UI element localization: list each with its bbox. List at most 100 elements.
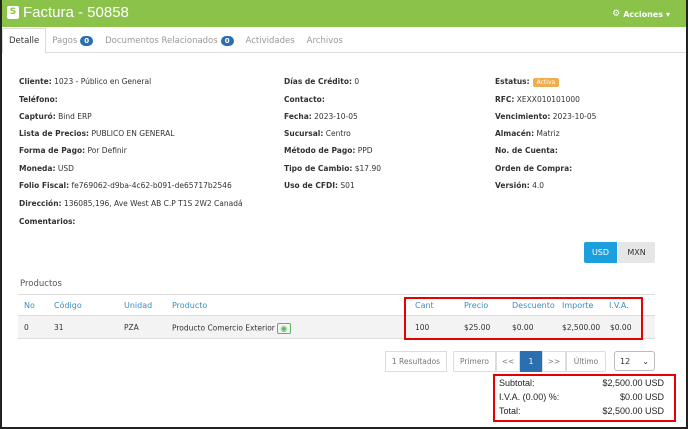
field-label: Cliente: — [19, 77, 52, 86]
chevron-down-icon: ⌄ — [642, 356, 649, 366]
field-label: Forma de Pago: — [19, 146, 86, 155]
field-value: $17.90 — [354, 164, 381, 173]
field-value: 136085,196, Ave West AB C.P T1S 2W2 Cana… — [63, 199, 243, 208]
field-label: Orden de Compra: — [495, 164, 573, 173]
field-value: XEXX010101000 — [516, 95, 580, 104]
field-value: Bind ERP — [58, 112, 92, 121]
cell-codigo: 31 — [54, 323, 64, 332]
field-uso-cfdi: Uso de CFDI: S01 — [284, 181, 355, 190]
field-moneda: Moneda: USD — [19, 164, 74, 173]
field-rfc: RFC: XEXX010101000 — [495, 95, 580, 104]
field-label: Estatus: — [495, 77, 530, 86]
field-label: Contacto: — [284, 95, 325, 104]
field-sucursal: Sucursal: Centro — [284, 129, 351, 138]
field-telefono: Teléfono: — [19, 95, 58, 104]
field-value: fe769062-d9ba-4c62-b091-de65717b2546 — [71, 181, 232, 190]
tab-label: Documentos Relacionados — [105, 35, 218, 46]
page-title: Factura - 50858 — [23, 4, 129, 21]
field-label: Folio Fiscal: — [19, 181, 70, 190]
field-label: Moneda: — [19, 164, 56, 173]
column-header-codigo[interactable]: Código — [54, 301, 82, 310]
field-label: Dirección: — [19, 199, 62, 208]
field-value: PUBLICO EN GENERAL — [91, 129, 175, 138]
last-page-button[interactable]: Último — [566, 351, 606, 372]
field-label: Vencimiento: — [495, 112, 551, 121]
field-value: 4.0 — [532, 181, 545, 190]
field-label: Capturó: — [19, 112, 56, 121]
count-badge: 0 — [80, 35, 94, 46]
field-label: Lista de Precios: — [19, 129, 90, 138]
first-page-button[interactable]: Primero — [453, 351, 496, 372]
tab-bar: Detalle Pagos 0 Documentos Relacionados 0 … — [2, 28, 686, 54]
products-section-title: Productos — [20, 279, 62, 289]
page-size-value: 12 — [620, 356, 631, 366]
field-almacen: Almacén: Matriz — [495, 129, 560, 138]
count-badge: 0 — [220, 35, 234, 46]
field-label: No. de Cuenta: — [495, 146, 558, 155]
field-value: S01 — [340, 181, 355, 190]
highlight-box-line-values — [404, 297, 643, 340]
column-header-producto[interactable]: Producto — [172, 301, 207, 310]
cell-unidad: PZA — [124, 323, 139, 332]
field-version: Versión: 4.0 — [495, 181, 544, 190]
field-metodo-pago: Método de Pago: PPD — [284, 146, 373, 155]
tab-label: Actividades — [245, 35, 295, 46]
app-logo-icon: S — [7, 6, 19, 19]
field-fecha: Fecha: 2023-10-05 — [284, 112, 358, 121]
tab-documentos-relacionados[interactable]: Documentos Relacionados 0 — [99, 28, 239, 53]
field-comentarios: Comentarios: — [19, 217, 75, 226]
field-label: Días de Crédito: — [284, 77, 352, 86]
field-label: Sucursal: — [284, 129, 324, 138]
results-count: 1 Resultados — [385, 351, 447, 372]
field-label: Comentarios: — [19, 217, 76, 226]
field-tipo-cambio: Tipo de Cambio: $17.90 — [284, 164, 381, 173]
column-header-no[interactable]: No — [24, 301, 35, 310]
field-lista-precios: Lista de Precios: PUBLICO EN GENERAL — [19, 129, 174, 138]
actions-dropdown-button[interactable]: ⚙ Acciones ▾ — [612, 9, 670, 19]
prev-page-button[interactable]: << — [496, 351, 520, 372]
field-orden-compra: Orden de Compra: — [495, 164, 572, 173]
field-value: 2023-10-05 — [314, 112, 358, 121]
field-no-cuenta: No. de Cuenta: — [495, 146, 558, 155]
field-vencimiento: Vencimiento: 2023-10-05 — [495, 112, 596, 121]
actions-label: Acciones — [623, 9, 663, 19]
field-label: Almacén: — [495, 129, 535, 138]
column-header-unidad[interactable]: Unidad — [124, 301, 152, 310]
field-value: USD — [57, 164, 74, 173]
status-badge: Activa — [532, 78, 560, 87]
caret-down-icon: ▾ — [665, 9, 670, 19]
page-size-select[interactable]: 12 ⌄ — [614, 351, 655, 371]
field-label: RFC: — [495, 95, 515, 104]
tab-actividades[interactable]: Actividades — [240, 28, 301, 53]
field-label: Versión: — [495, 181, 530, 190]
field-capturo: Capturó: Bind ERP — [19, 112, 92, 121]
field-label: Fecha: — [284, 112, 312, 121]
currency-usd-button[interactable]: USD — [584, 242, 617, 263]
tab-archivos[interactable]: Archivos — [301, 28, 349, 53]
next-page-button[interactable]: >> — [542, 351, 566, 372]
view-product-eye-icon[interactable]: ◉ — [276, 323, 291, 334]
field-dias-credito: Días de Crédito: 0 — [284, 77, 359, 86]
field-forma-pago: Forma de Pago: Por Definir — [19, 146, 127, 155]
tab-pagos[interactable]: Pagos 0 — [46, 28, 99, 53]
tab-label: Detalle — [9, 36, 40, 46]
field-label: Tipo de Cambio: — [284, 164, 353, 173]
field-value: PPD — [357, 146, 373, 155]
field-direccion: Dirección: 136085,196, Ave West AB C.P T… — [19, 199, 243, 208]
field-value: Centro — [325, 129, 351, 138]
field-value: 2023-10-05 — [552, 112, 597, 121]
currency-mxn-button[interactable]: MXN — [618, 242, 655, 263]
tab-label: Pagos — [52, 35, 78, 46]
field-value: 1023 - Público en General — [54, 77, 152, 86]
field-estatus: Estatus: Activa — [495, 77, 560, 87]
cell-no: 0 — [24, 323, 29, 332]
cell-producto: Producto Comercio Exterior ◉ — [172, 323, 291, 334]
field-label: Uso de CFDI: — [284, 181, 339, 190]
tab-detalle[interactable]: Detalle — [2, 28, 47, 54]
field-value: Por Definir — [87, 146, 127, 155]
product-name: Producto Comercio Exterior — [172, 323, 275, 333]
field-value: Matriz — [536, 129, 560, 138]
field-value: 0 — [354, 77, 360, 86]
gear-icon: ⚙ — [612, 9, 621, 19]
page-1-button[interactable]: 1 — [520, 351, 542, 372]
